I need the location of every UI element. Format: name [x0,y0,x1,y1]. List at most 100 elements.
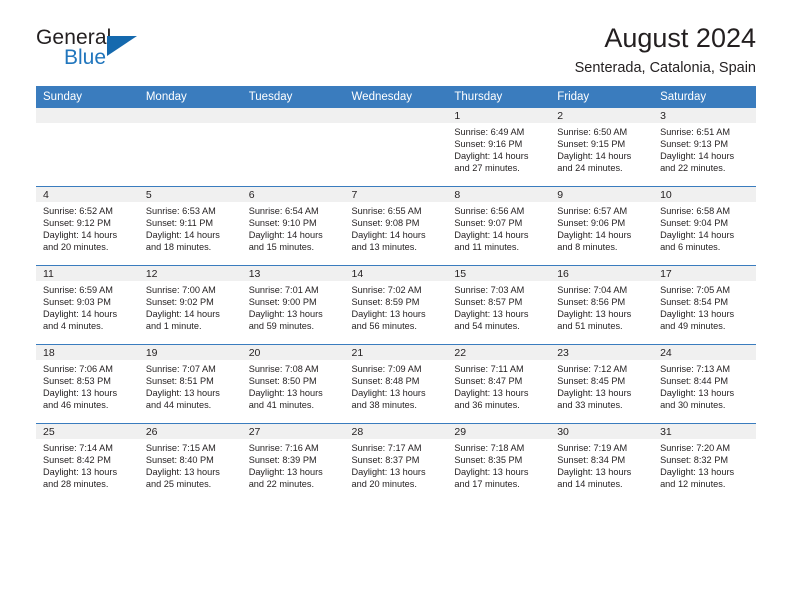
daylight-text-line1: Daylight: 13 hours [454,388,529,399]
day-cell-inner: 19 Sunrise: 7:07 AM Sunset: 8:51 PM Dayligh… [138,345,242,423]
day-cell-inner: 25 Sunrise: 7:14 AM Sunset: 8:42 PM Dayligh… [36,424,139,502]
daylight-text-line2: and 17 minutes. [454,479,520,490]
day-number-band [36,108,139,123]
daylight-text-line2: and 6 minutes. [660,242,721,253]
day-cell-inner: 13 Sunrise: 7:01 AM Sunset: 9:00 PM Dayligh… [241,266,345,344]
calendar-day-cell-empty [344,108,448,187]
day-number: 6 [241,187,345,202]
calendar-day-cell[interactable]: 17 Sunrise: 7:05 AM Sunset: 8:54 PM Dayligh… [653,265,756,345]
sunrise-text: Sunrise: 7:06 AM [43,364,113,374]
calendar-day-cell[interactable]: 31 Sunrise: 7:20 AM Sunset: 8:32 PM Dayligh… [653,423,756,502]
day-number: 24 [653,345,756,360]
calendar-day-cell[interactable]: 4 Sunrise: 6:52 AM Sunset: 9:12 PM Daylight… [36,186,139,266]
day-details: Sunrise: 7:19 AM Sunset: 8:34 PM Daylight:… [550,439,653,490]
sunset-text: Sunset: 9:03 PM [43,297,111,308]
calendar-day-cell[interactable]: 30 Sunrise: 7:19 AM Sunset: 8:34 PM Dayligh… [550,423,654,502]
calendar-day-cell[interactable]: 20 Sunrise: 7:08 AM Sunset: 8:50 PM Dayligh… [241,344,345,424]
calendar-day-cell[interactable]: 6 Sunrise: 6:54 AM Sunset: 9:10 PM Daylight… [241,186,345,266]
day-cell-inner [138,108,242,186]
calendar-day-cell[interactable]: 27 Sunrise: 7:16 AM Sunset: 8:39 PM Dayligh… [241,423,345,502]
calendar-day-cell[interactable]: 9 Sunrise: 6:57 AM Sunset: 9:06 PM Daylight… [550,186,654,266]
daylight-text-line1: Daylight: 14 hours [248,230,323,241]
daylight-text-line1: Daylight: 14 hours [351,230,426,241]
calendar-day-cell-empty [138,108,242,187]
day-cell-inner: 1 Sunrise: 6:49 AM Sunset: 9:16 PM Daylight… [447,108,551,186]
sunset-text: Sunset: 8:48 PM [351,376,420,387]
day-details: Sunrise: 6:56 AM Sunset: 9:07 PM Daylight:… [447,202,550,253]
day-number: 30 [550,424,654,439]
calendar-day-cell[interactable]: 14 Sunrise: 7:02 AM Sunset: 8:59 PM Dayligh… [344,265,448,345]
sunrise-text: Sunrise: 7:04 AM [557,285,628,295]
day-details: Sunrise: 7:14 AM Sunset: 8:42 PM Daylight:… [36,439,139,490]
calendar-day-cell[interactable]: 26 Sunrise: 7:15 AM Sunset: 8:40 PM Dayligh… [138,423,242,502]
daylight-text-line1: Daylight: 13 hours [351,467,426,478]
calendar-day-cell[interactable]: 15 Sunrise: 7:03 AM Sunset: 8:57 PM Dayligh… [447,265,551,345]
calendar-day-cell[interactable]: 19 Sunrise: 7:07 AM Sunset: 8:51 PM Dayligh… [138,344,242,424]
calendar-day-cell[interactable]: 29 Sunrise: 7:18 AM Sunset: 8:35 PM Dayligh… [447,423,551,502]
day-details: Sunrise: 6:53 AM Sunset: 9:11 PM Daylight:… [139,202,242,253]
calendar-day-cell[interactable]: 18 Sunrise: 7:06 AM Sunset: 8:53 PM Dayligh… [36,344,139,424]
sunset-text: Sunset: 8:57 PM [454,297,523,308]
brand-logo[interactable]: General Blue [36,24,156,72]
sunset-text: Sunset: 8:39 PM [248,455,317,466]
calendar-day-cell[interactable]: 10 Sunrise: 6:58 AM Sunset: 9:04 PM Dayligh… [653,186,756,266]
calendar-day-cell[interactable]: 1 Sunrise: 6:49 AM Sunset: 9:16 PM Daylight… [447,108,551,187]
day-cell-inner: 22 Sunrise: 7:11 AM Sunset: 8:47 PM Dayligh… [447,345,551,423]
day-number-band [241,108,345,123]
day-details: Sunrise: 7:13 AM Sunset: 8:44 PM Daylight:… [653,360,756,411]
sunrise-text: Sunrise: 7:16 AM [248,443,319,453]
calendar-day-cell[interactable]: 25 Sunrise: 7:14 AM Sunset: 8:42 PM Dayligh… [36,423,139,502]
day-cell-inner: 5 Sunrise: 6:53 AM Sunset: 9:11 PM Daylight… [138,187,242,265]
calendar-day-cell[interactable]: 13 Sunrise: 7:01 AM Sunset: 9:00 PM Dayligh… [241,265,345,345]
daylight-text-line1: Daylight: 14 hours [454,230,529,241]
calendar-day-cell[interactable]: 2 Sunrise: 6:50 AM Sunset: 9:15 PM Daylight… [550,108,654,187]
calendar-day-cell[interactable]: 7 Sunrise: 6:55 AM Sunset: 9:08 PM Daylight… [344,186,448,266]
day-details: Sunrise: 7:18 AM Sunset: 8:35 PM Daylight:… [447,439,550,490]
daylight-text-line2: and 33 minutes. [557,400,623,411]
calendar-day-cell[interactable]: 12 Sunrise: 7:00 AM Sunset: 9:02 PM Dayligh… [138,265,242,345]
calendar-day-cell[interactable]: 16 Sunrise: 7:04 AM Sunset: 8:56 PM Dayligh… [550,265,654,345]
daylight-text-line1: Daylight: 14 hours [145,309,220,320]
day-number: 21 [344,345,448,360]
day-number: 31 [653,424,756,439]
day-number: 28 [344,424,448,439]
calendar-day-cell[interactable]: 22 Sunrise: 7:11 AM Sunset: 8:47 PM Dayligh… [447,344,551,424]
daylight-text-line1: Daylight: 13 hours [660,388,735,399]
daylight-text-line2: and 14 minutes. [557,479,623,490]
day-number: 13 [241,266,345,281]
day-cell-inner: 3 Sunrise: 6:51 AM Sunset: 9:13 PM Daylight… [653,108,756,186]
page-header: General Blue August 2024 Senterada, Cata… [36,0,756,75]
day-details: Sunrise: 7:16 AM Sunset: 8:39 PM Daylight:… [242,439,345,490]
day-number: 16 [550,266,654,281]
calendar-day-cell-empty [241,108,345,187]
calendar-day-cell[interactable]: 23 Sunrise: 7:12 AM Sunset: 8:45 PM Dayligh… [550,344,654,424]
sunrise-text: Sunrise: 6:59 AM [43,285,113,295]
calendar-week-row: 25 Sunrise: 7:14 AM Sunset: 8:42 PM Dayligh… [36,423,756,502]
day-number: 8 [447,187,551,202]
day-details: Sunrise: 7:04 AM Sunset: 8:56 PM Daylight:… [550,281,653,332]
day-details: Sunrise: 7:17 AM Sunset: 8:37 PM Daylight:… [345,439,448,490]
daylight-text-line1: Daylight: 13 hours [454,467,529,478]
calendar-day-cell[interactable]: 11 Sunrise: 6:59 AM Sunset: 9:03 PM Dayligh… [36,265,139,345]
calendar-day-cell[interactable]: 3 Sunrise: 6:51 AM Sunset: 9:13 PM Daylight… [653,108,756,187]
day-number: 20 [241,345,345,360]
day-number: 23 [550,345,654,360]
sunset-text: Sunset: 9:12 PM [43,218,111,229]
day-cell-inner: 21 Sunrise: 7:09 AM Sunset: 8:48 PM Dayligh… [344,345,448,423]
daylight-text-line1: Daylight: 13 hours [557,388,632,399]
daylight-text-line2: and 18 minutes. [145,242,212,253]
day-cell-inner [241,108,345,186]
sunrise-text: Sunrise: 7:08 AM [248,364,319,374]
day-details: Sunrise: 6:55 AM Sunset: 9:08 PM Daylight:… [345,202,448,253]
weekday-header-wednesday: Wednesday [344,86,448,108]
daylight-text-line2: and 22 minutes. [660,163,726,174]
calendar-day-cell[interactable]: 24 Sunrise: 7:13 AM Sunset: 8:44 PM Dayligh… [653,344,756,424]
calendar-day-cell[interactable]: 28 Sunrise: 7:17 AM Sunset: 8:37 PM Dayligh… [344,423,448,502]
daylight-text-line1: Daylight: 13 hours [557,309,632,320]
day-cell-inner: 26 Sunrise: 7:15 AM Sunset: 8:40 PM Dayligh… [138,424,242,502]
calendar-day-cell[interactable]: 5 Sunrise: 6:53 AM Sunset: 9:11 PM Daylight… [138,186,242,266]
daylight-text-line2: and 1 minute. [145,321,202,332]
day-cell-inner: 10 Sunrise: 6:58 AM Sunset: 9:04 PM Dayligh… [653,187,756,265]
calendar-day-cell[interactable]: 8 Sunrise: 6:56 AM Sunset: 9:07 PM Daylight… [447,186,551,266]
calendar-day-cell[interactable]: 21 Sunrise: 7:09 AM Sunset: 8:48 PM Dayligh… [344,344,448,424]
